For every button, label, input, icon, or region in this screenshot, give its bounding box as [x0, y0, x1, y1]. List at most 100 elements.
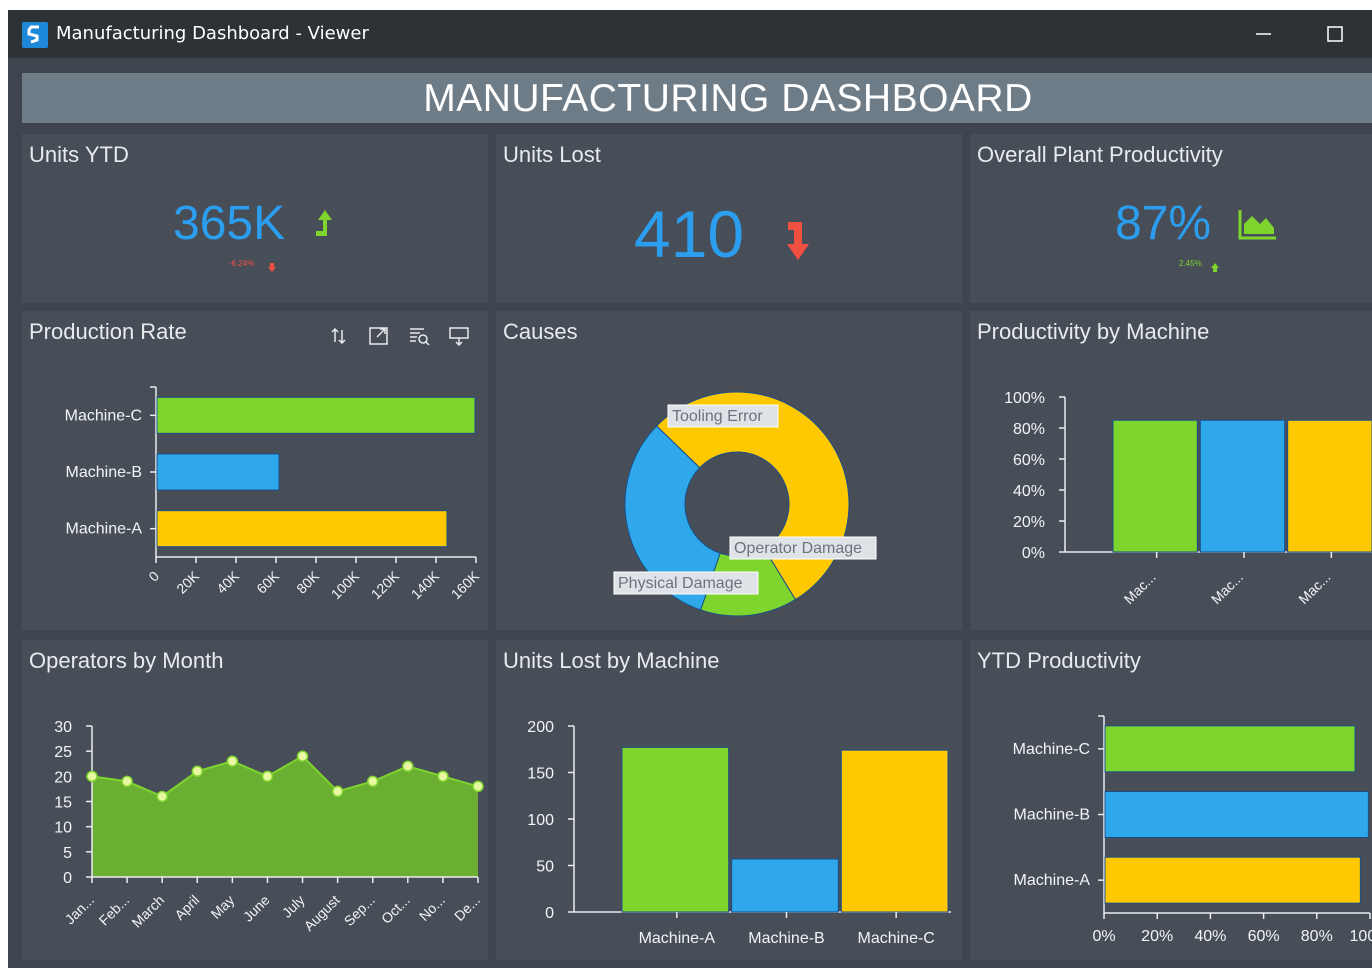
- panel-title: Overall Plant Productivity: [977, 142, 1223, 167]
- tick-label: July: [279, 892, 308, 921]
- arrow-up-small-icon: [1211, 259, 1219, 277]
- bar: [731, 858, 839, 913]
- tick-label: 100%: [1004, 390, 1045, 407]
- data-point: [331, 785, 344, 798]
- tick-label: 80K: [293, 567, 322, 596]
- slice-label: Operator Damage: [734, 540, 862, 557]
- tick-label: 30: [54, 719, 72, 736]
- arrow-down-small-icon: [268, 259, 276, 277]
- data-point: [296, 750, 309, 762]
- tick-label: 140K: [408, 567, 443, 602]
- window-title: Manufacturing Dashboard - Viewer: [56, 23, 369, 44]
- kpi-change: -6.24%: [229, 259, 255, 268]
- kpi-change: 2.45%: [1179, 259, 1202, 268]
- panel-productivity-by-machine[interactable]: Productivity by Machine 0% 20% 40% 60% 80% 10…: [970, 311, 1372, 630]
- tick-label: 0%: [1092, 928, 1115, 945]
- tick-label: Sep...: [341, 892, 378, 929]
- bar: [156, 396, 476, 434]
- panel-title: Units YTD: [29, 142, 129, 167]
- tick-label: 200: [527, 719, 554, 736]
- data-point: [261, 770, 274, 783]
- arrow-down-icon: [786, 218, 812, 265]
- data-point: [437, 770, 449, 783]
- tick-label: March: [128, 892, 167, 931]
- tick-label: 80%: [1013, 421, 1045, 438]
- tick-label: 100: [527, 812, 554, 829]
- category-label: Mac...: [1208, 569, 1246, 607]
- kpi-value: 87%: [1115, 197, 1212, 250]
- tick-label: 5: [63, 845, 72, 862]
- units-lost-by-machine-chart[interactable]: 0 50 100 150 200 Machine-A Machine-B Machine-C: [496, 640, 962, 960]
- category-label: Machine-B: [66, 464, 142, 481]
- panel-units-lost[interactable]: Units Lost 410: [496, 134, 962, 303]
- bar: [1112, 419, 1198, 553]
- data-point: [121, 775, 133, 788]
- tick-label: 0: [63, 870, 72, 887]
- tick-label: 60%: [1248, 928, 1280, 945]
- category-label: Mac...: [1121, 569, 1159, 607]
- dashboard-banner: MANUFACTURING DASHBOARD: [22, 73, 1372, 123]
- category-label: Machine-A: [639, 930, 716, 947]
- tick-label: 0: [545, 905, 554, 922]
- tick-label: Oct...: [378, 892, 413, 927]
- kpi-value: 410: [634, 197, 745, 271]
- bar: [1199, 419, 1286, 553]
- data-point: [366, 775, 379, 788]
- tick-label: June: [240, 892, 273, 925]
- tick-label: 60K: [253, 567, 282, 596]
- ytd-productivity-chart[interactable]: Machine-C Machine-B Machine-A 0% 20% 40% 60% 80…: [970, 640, 1372, 960]
- tick-label: 40K: [213, 567, 242, 596]
- maximize-icon[interactable]: [1315, 14, 1355, 54]
- tick-label: 40%: [1013, 483, 1045, 500]
- category-label: Mac...: [1295, 569, 1333, 607]
- bar: [1104, 725, 1356, 773]
- tick-label: 100K: [328, 567, 363, 602]
- panel-units-lost-by-machine[interactable]: Units Lost by Machine 0 50 100 150 200 Machin…: [496, 640, 962, 960]
- category-label: Machine-A: [66, 521, 143, 538]
- dashboard-title: MANUFACTURING DASHBOARD: [423, 77, 1033, 120]
- tick-label: 10: [54, 820, 72, 837]
- panel-title: Units Lost: [503, 142, 601, 167]
- bar: [1287, 419, 1372, 553]
- category-label: Machine-A: [1014, 872, 1091, 889]
- tick-label: May: [207, 892, 237, 922]
- causes-donut-chart[interactable]: Tooling Error Operator Damage Physical Dam…: [496, 311, 962, 630]
- slice-label: Tooling Error: [672, 408, 763, 425]
- slice-label: Physical Damage: [618, 575, 743, 592]
- tick-label: August: [301, 892, 343, 934]
- tick-label: 0: [145, 568, 162, 585]
- panel-units-ytd[interactable]: Units YTD 365K -6.24%: [22, 134, 488, 303]
- data-point: [191, 765, 204, 778]
- tick-label: Jan...: [62, 892, 98, 928]
- area-fill: [92, 756, 478, 877]
- category-label: Machine-C: [1013, 741, 1090, 758]
- title-bar[interactable]: Manufacturing Dashboard - Viewer: [8, 10, 1372, 58]
- productivity-by-machine-chart[interactable]: 0% 20% 40% 60% 80% 100% Mac... Mac... Mac...: [970, 311, 1372, 630]
- data-point: [472, 780, 484, 793]
- tick-label: De...: [451, 892, 483, 924]
- production-rate-chart[interactable]: Machine-C Machine-B Machine-A 0 20K 40K 60K 80K…: [22, 311, 488, 630]
- data-point: [226, 755, 239, 767]
- panel-ytd-productivity[interactable]: YTD Productivity Machine-C Machine-B Machi…: [970, 640, 1372, 960]
- data-point: [86, 770, 98, 783]
- operators-by-month-chart[interactable]: 0 5 10 15 20 25 30 Jan...Feb...March April May Jun…: [22, 640, 488, 960]
- data-point: [402, 760, 414, 773]
- tick-label: 100%: [1350, 928, 1372, 945]
- area-chart-icon: [1238, 208, 1278, 245]
- tick-label: 20K: [173, 567, 202, 596]
- panel-overall-productivity[interactable]: Overall Plant Productivity 87% 2.45%: [970, 134, 1372, 303]
- panel-causes[interactable]: Causes Tooling Error Operator Damage Physi…: [496, 311, 962, 630]
- tick-label: 15: [54, 795, 72, 812]
- tick-label: 150: [527, 766, 554, 783]
- bar: [156, 453, 280, 491]
- panel-production-rate[interactable]: Production Rate Machine-C Machine-B Machin…: [22, 311, 488, 630]
- category-label: Machine-C: [65, 407, 142, 424]
- app-window: Manufacturing Dashboard - Viewer MANUFAC…: [8, 10, 1372, 968]
- tick-label: 60%: [1013, 452, 1045, 469]
- panel-operators-by-month[interactable]: Operators by Month 0 5 10 15 20 25 30 Jan... Feb…: [22, 640, 488, 960]
- bar: [156, 510, 448, 548]
- category-label: Machine-B: [748, 930, 824, 947]
- minimize-icon[interactable]: [1243, 14, 1283, 54]
- category-label: Machine-C: [857, 930, 934, 947]
- tick-label: 20%: [1013, 514, 1045, 531]
